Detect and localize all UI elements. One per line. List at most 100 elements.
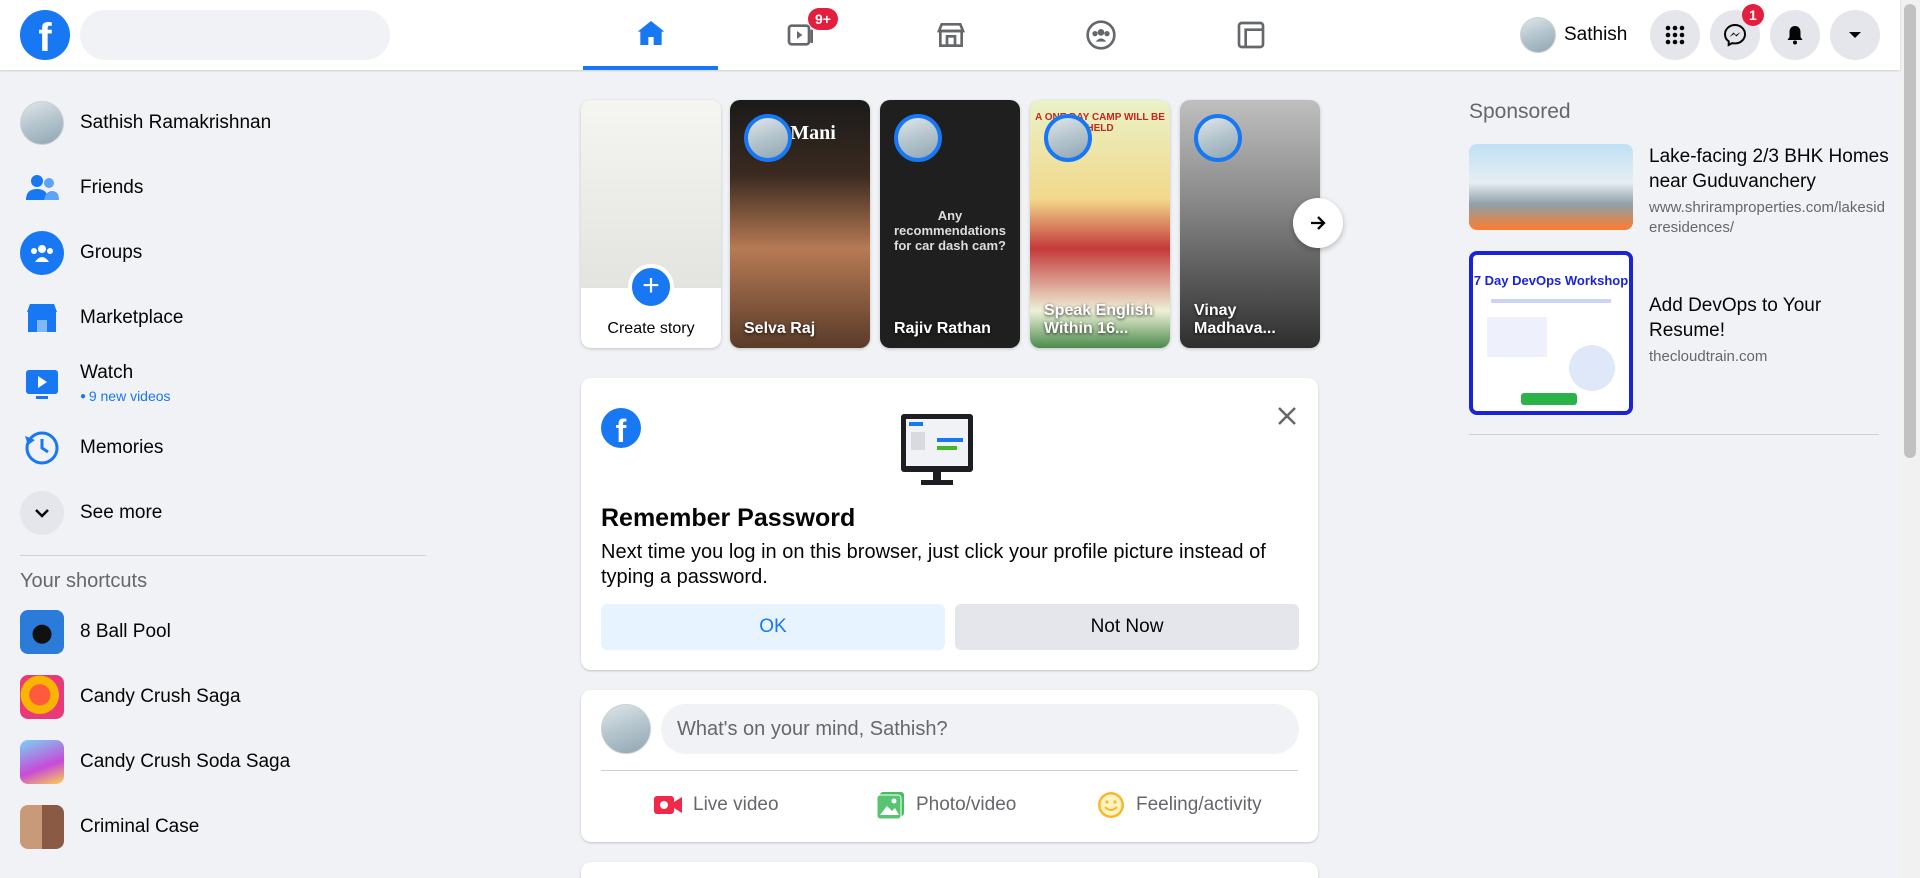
- ad-title: Add DevOps to Your Resume!: [1649, 295, 1822, 341]
- chevron-down-icon: [20, 490, 64, 535]
- stories-next-button[interactable]: [1293, 198, 1343, 248]
- profile-name: Sathish: [1564, 24, 1628, 45]
- sidebar-item-memories[interactable]: Memories: [8, 415, 438, 480]
- photo-video-label: Photo/video: [916, 794, 1017, 815]
- tab-watch[interactable]: 9+: [733, 0, 868, 70]
- story-author: Vinay Madhava...: [1194, 302, 1276, 337]
- marketplace-icon: [936, 23, 965, 47]
- arrow-right-icon: [1311, 216, 1326, 230]
- caret-down-icon: [1849, 32, 1861, 38]
- shortcut-label: Criminal Case: [80, 815, 200, 837]
- sidebar-item-label: Groups: [80, 241, 143, 263]
- tab-marketplace[interactable]: [883, 0, 1018, 70]
- composer-divider: [601, 770, 1298, 771]
- right-column-divider: [1469, 434, 1879, 435]
- story-card[interactable]: A ONE DAY CAMP WILL BE HELD Speak Englis…: [1030, 100, 1170, 348]
- ok-button[interactable]: OK: [601, 604, 945, 650]
- avatar: [744, 114, 792, 162]
- story-author: Rajiv Rathan: [894, 320, 991, 337]
- tab-gaming[interactable]: [1183, 0, 1318, 70]
- page-scrollbar[interactable]: [1900, 0, 1920, 878]
- live-video-button[interactable]: Live video: [653, 780, 779, 830]
- notifications-button[interactable]: [1770, 10, 1820, 60]
- avatar: [1044, 114, 1092, 162]
- ad-image-block: [1487, 317, 1547, 357]
- shortcut-8-ball-pool[interactable]: 8 Ball Pool: [8, 599, 438, 664]
- friends-icon: [20, 166, 64, 210]
- left-sidebar: Sathish Ramakrishnan Friends Groups Mark…: [8, 90, 438, 859]
- shortcut-label: 8 Ball Pool: [80, 620, 171, 642]
- shortcut-label: Candy Crush Saga: [80, 685, 241, 707]
- ad-image-circle: [1569, 345, 1615, 391]
- sidebar-item-label: Sathish Ramakrishnan: [80, 111, 272, 133]
- top-navigation-bar: f 9+ Sathish 1: [0, 0, 1900, 70]
- sidebar-divider: [20, 555, 426, 556]
- feed-post-card: [581, 862, 1318, 878]
- sidebar-item-groups[interactable]: Groups: [8, 220, 438, 285]
- sidebar-item-label: See more: [80, 501, 163, 523]
- menu-button[interactable]: [1650, 10, 1700, 60]
- messenger-button[interactable]: 1: [1710, 4, 1764, 60]
- photo-video-button[interactable]: Photo/video: [876, 780, 1016, 830]
- photo-video-icon: [876, 792, 904, 820]
- shortcut-criminal-case[interactable]: Criminal Case: [8, 794, 438, 859]
- tab-groups[interactable]: [1033, 0, 1168, 70]
- ad-image: 7 Day DevOps Workshop: [1469, 251, 1633, 415]
- ad-image-text: 7 Day DevOps Workshop: [1473, 273, 1629, 288]
- sidebar-item-label: Watch: [80, 361, 134, 383]
- create-story-card[interactable]: + Create story: [581, 100, 721, 348]
- sidebar-item-label: Friends: [80, 176, 144, 198]
- close-button[interactable]: [1269, 398, 1305, 434]
- profile-button[interactable]: Sathish: [1515, 13, 1641, 57]
- gaming-icon: [1237, 21, 1264, 49]
- sidebar-item-watch[interactable]: Watch 9 new videos: [8, 350, 438, 415]
- grid-menu-icon: [1665, 25, 1685, 45]
- story-author: Speak English Within 16...: [1044, 302, 1154, 337]
- criminal-case-icon: [20, 804, 64, 849]
- tab-home[interactable]: [583, 0, 718, 70]
- sidebar-item-marketplace[interactable]: Marketplace: [8, 285, 438, 350]
- ad-image-button: [1521, 393, 1577, 405]
- sidebar-item-profile[interactable]: Sathish Ramakrishnan: [8, 90, 438, 155]
- new-videos-count: 9 new videos: [80, 388, 171, 404]
- sidebar-item-friends[interactable]: Friends: [8, 155, 438, 220]
- feeling-icon: [1098, 792, 1124, 818]
- avatar: [20, 100, 64, 145]
- see-more-button[interactable]: See more: [8, 480, 438, 545]
- groups-icon: [20, 230, 64, 275]
- ad-url: thecloudtrain.com: [1649, 348, 1768, 365]
- avatar[interactable]: [601, 704, 651, 754]
- story-overlay-text: Any recommendations for car dash cam?: [894, 208, 1006, 253]
- create-story-label: Create story: [607, 320, 695, 337]
- monitor-icon: [901, 414, 973, 485]
- sponsored-ad[interactable]: 7 Day DevOps Workshop Add DevOps to Your…: [1469, 251, 1889, 415]
- story-card[interactable]: Any recommendations for car dash cam? Ra…: [880, 100, 1020, 348]
- scrollbar-thumb[interactable]: [1904, 4, 1916, 458]
- messenger-badge: 1: [1742, 4, 1764, 26]
- shortcuts-heading: Your shortcuts: [20, 570, 148, 592]
- shortcut-candy-crush-soda-saga[interactable]: Candy Crush Soda Saga: [8, 729, 438, 794]
- messenger-icon: [1723, 23, 1747, 47]
- ad-image-line: [1491, 299, 1611, 303]
- not-now-button[interactable]: Not Now: [955, 604, 1299, 650]
- feeling-activity-label: Feeling/activity: [1136, 794, 1262, 815]
- account-menu-button[interactable]: [1830, 10, 1880, 60]
- search-input[interactable]: [80, 10, 390, 60]
- remember-password-card: f Remember Password Next time you log in…: [581, 378, 1318, 670]
- shortcut-candy-crush-saga[interactable]: Candy Crush Saga: [8, 664, 438, 729]
- feeling-activity-button[interactable]: Feeling/activity: [1096, 780, 1262, 830]
- whats-on-your-mind-input[interactable]: [661, 704, 1299, 754]
- ad-url: www.shriramproperties.com/lakesidereside…: [1649, 199, 1885, 236]
- home-icon: [637, 21, 664, 45]
- bell-icon: [1787, 26, 1803, 45]
- stories-tray: + Create story da Mani Selva Raj Any rec…: [581, 100, 1321, 348]
- shortcut-label: Candy Crush Soda Saga: [80, 750, 291, 772]
- story-card[interactable]: da Mani Selva Raj: [730, 100, 870, 348]
- story-author: Selva Raj: [744, 320, 816, 337]
- facebook-logo[interactable]: f: [20, 10, 70, 60]
- post-composer: Live video Photo/video Feeling/activity: [581, 690, 1318, 842]
- marketplace-icon: [20, 296, 64, 340]
- live-video-icon: [654, 796, 682, 814]
- sponsored-ad[interactable]: Lake-facing 2/3 BHK Homes near Guduvanch…: [1469, 144, 1889, 238]
- avatar: [1520, 17, 1556, 53]
